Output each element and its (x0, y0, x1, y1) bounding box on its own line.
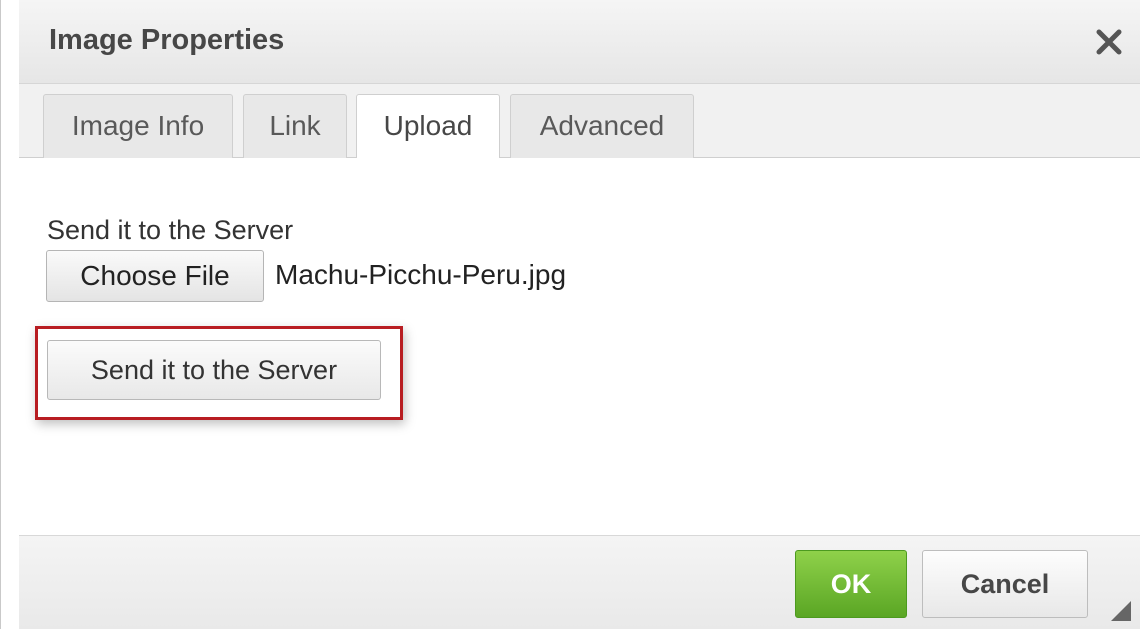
tab-image-info[interactable]: Image Info (43, 94, 233, 158)
tab-advanced[interactable]: Advanced (510, 94, 694, 158)
upload-label: Send it to the Server (47, 215, 294, 245)
image-properties-dialog: Image Properties Image Info Link Upload … (0, 0, 1140, 629)
ok-button[interactable]: OK (795, 550, 907, 618)
tab-link[interactable]: Link (243, 94, 347, 158)
close-icon[interactable] (1093, 26, 1125, 58)
dialog-footer: OK Cancel (19, 535, 1140, 629)
cancel-button[interactable]: Cancel (922, 550, 1088, 618)
tab-strip: Image Info Link Upload Advanced (19, 84, 1140, 159)
selected-file-name: Machu-Picchu-Peru.jpg (275, 259, 567, 290)
tab-upload[interactable]: Upload (356, 94, 500, 159)
dialog-titlebar[interactable]: Image Properties (19, 0, 1140, 84)
resize-handle-icon[interactable] (1111, 601, 1131, 621)
dialog-title: Image Properties (49, 24, 285, 56)
send-to-server-button[interactable]: Send it to the Server (47, 340, 381, 400)
choose-file-button[interactable]: Choose File (46, 250, 264, 302)
